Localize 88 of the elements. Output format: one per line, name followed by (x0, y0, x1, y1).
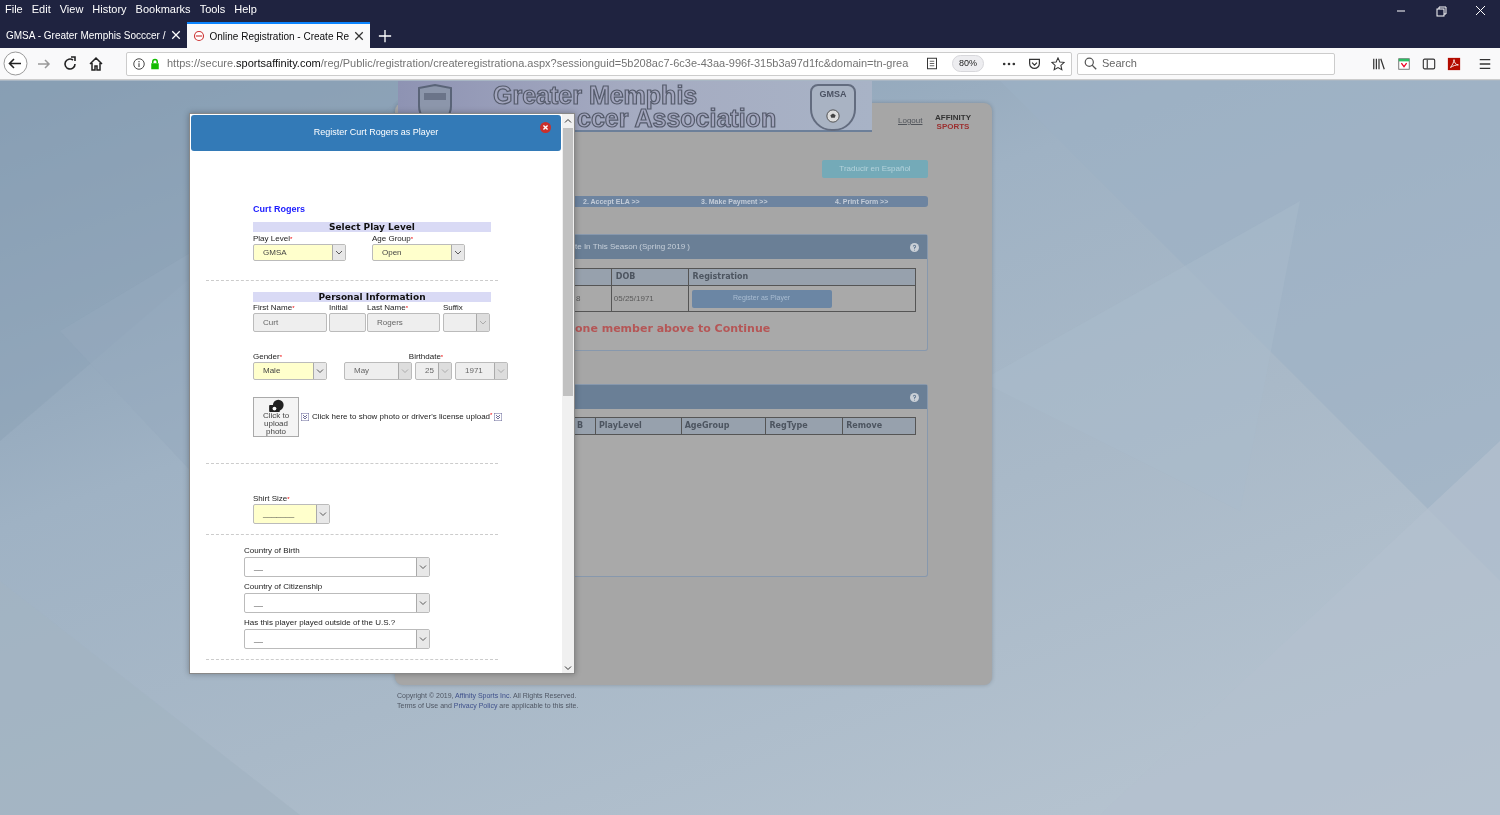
error-message: one member above to Continue (575, 321, 771, 337)
caret-icon (416, 594, 429, 612)
browser-tab[interactable]: GMSA - Greater Memphis Socccer / (0, 22, 187, 48)
dialog-title: Register Curt Rogers as Player (313, 126, 439, 140)
brand-text: AFFINITY (935, 113, 971, 122)
column-header: B (573, 417, 596, 435)
back-icon[interactable] (3, 51, 28, 76)
field-label: Suffix (443, 303, 464, 313)
search-field[interactable]: Search (1077, 52, 1335, 75)
tab-label: Online Registration - Create Re (209, 29, 349, 44)
sidebar-icon[interactable] (1422, 56, 1436, 71)
menu-item[interactable]: Help (234, 3, 257, 15)
close-icon[interactable] (540, 122, 551, 133)
table-cell: 05/25/1971 (611, 285, 689, 312)
search-icon (1084, 57, 1097, 70)
panel-title: te In This Season (Spring 2019 ) (575, 241, 691, 253)
field-label: Country of Birth (244, 546, 301, 556)
caret-icon (416, 630, 429, 648)
menu-icon[interactable] (1478, 56, 1492, 71)
member-name: Curt Rogers (253, 204, 306, 214)
column-header: PlayLevel (595, 417, 682, 435)
dropdown[interactable]: __ (244, 629, 430, 649)
camera-icon (267, 399, 285, 412)
reload-icon[interactable] (62, 55, 78, 72)
favicon-icon (192, 30, 205, 42)
dropdown[interactable]: Open (372, 244, 465, 261)
caret-icon (332, 245, 345, 260)
menu-item[interactable]: View (59, 3, 84, 15)
column-header: AgeGroup (681, 417, 766, 435)
extension-icon[interactable] (1397, 56, 1411, 71)
dropdown[interactable]: GMSA (253, 244, 346, 261)
url-text: https://secure.sportsaffinity.com/reg/Public/registration/createregistrationa.aspx?sessionguid=5b208ac7-6c3e-43aa-996f-315b3a97d1fc&domain=tn-grea (167, 56, 910, 72)
zoom-level[interactable]: 80% (952, 54, 984, 73)
library-icon[interactable] (1372, 56, 1386, 71)
column-header (573, 268, 612, 286)
tab-label: GMSA - Greater Memphis Socccer / (6, 28, 166, 43)
menu-item[interactable]: Edit (31, 3, 51, 15)
caret-icon (494, 363, 507, 379)
expand-icon[interactable] (494, 413, 503, 421)
menu-item[interactable]: Tools (199, 3, 226, 15)
caret-icon (438, 363, 451, 379)
dropdown[interactable]: _______ (253, 504, 330, 524)
menu-item[interactable]: Bookmarks (135, 3, 191, 15)
expand-icon[interactable] (301, 413, 309, 421)
search-input[interactable]: Search (1102, 55, 1328, 72)
home-icon[interactable] (88, 55, 104, 72)
brand-text: SPORTS (936, 122, 970, 131)
address-bar[interactable]: https://secure.sportsaffinity.com/reg/Public/registration/createregistrationa.aspx?sessionguid=5b208ac7-6c3e-43aa-996f-315b3a97d1fc&domain=tn-grea 80% (126, 51, 1072, 76)
star-icon[interactable] (1051, 56, 1065, 71)
help-icon[interactable] (910, 392, 919, 402)
section-heading: Personal Information (253, 292, 491, 302)
column-header: DOB (611, 268, 689, 286)
scrollbar-thumb[interactable] (563, 128, 573, 396)
new-tab-icon[interactable] (378, 29, 392, 43)
scroll-down-icon (564, 664, 572, 672)
column-header: Remove (842, 417, 916, 435)
scroll-up-icon (564, 117, 572, 125)
upload-caption: Click to upload photo (261, 412, 291, 436)
dropdown[interactable]: __ (244, 557, 430, 577)
help-icon[interactable] (910, 242, 919, 252)
caret-icon (451, 245, 464, 260)
caret-icon (476, 314, 489, 331)
upload-photo-button[interactable]: Click to upload photo (253, 397, 299, 437)
lock-icon (149, 57, 161, 70)
dropdown[interactable]: __ (244, 593, 430, 613)
crest-text: GMSA (819, 90, 847, 99)
close-icon[interactable] (354, 31, 364, 41)
field-label: Country of Citizenship (244, 582, 324, 592)
pocket-icon[interactable] (1028, 57, 1041, 70)
pdf-icon[interactable] (1447, 56, 1461, 71)
ball-icon (826, 109, 840, 123)
field-label: Has this player played outside of the U.S.? (244, 618, 397, 628)
menu-item[interactable]: File (5, 3, 23, 15)
dropdown[interactable]: Male (253, 362, 327, 380)
banner-title: Greater Memphis (493, 82, 698, 108)
caret-icon (416, 558, 429, 576)
caret-icon (316, 505, 329, 523)
info-icon (133, 57, 145, 70)
caret-icon (313, 363, 326, 379)
field-label: Initial (329, 303, 349, 313)
scrollbar[interactable] (562, 114, 574, 673)
caret-icon (398, 363, 411, 379)
menu-item[interactable]: History (92, 3, 127, 15)
column-header: RegType (765, 417, 843, 435)
browser-tab[interactable]: Online Registration - Create Re (186, 22, 370, 48)
section-heading: Select Play Level (253, 222, 491, 232)
reader-view-icon[interactable] (926, 57, 938, 70)
column-header: Registration (688, 268, 916, 286)
